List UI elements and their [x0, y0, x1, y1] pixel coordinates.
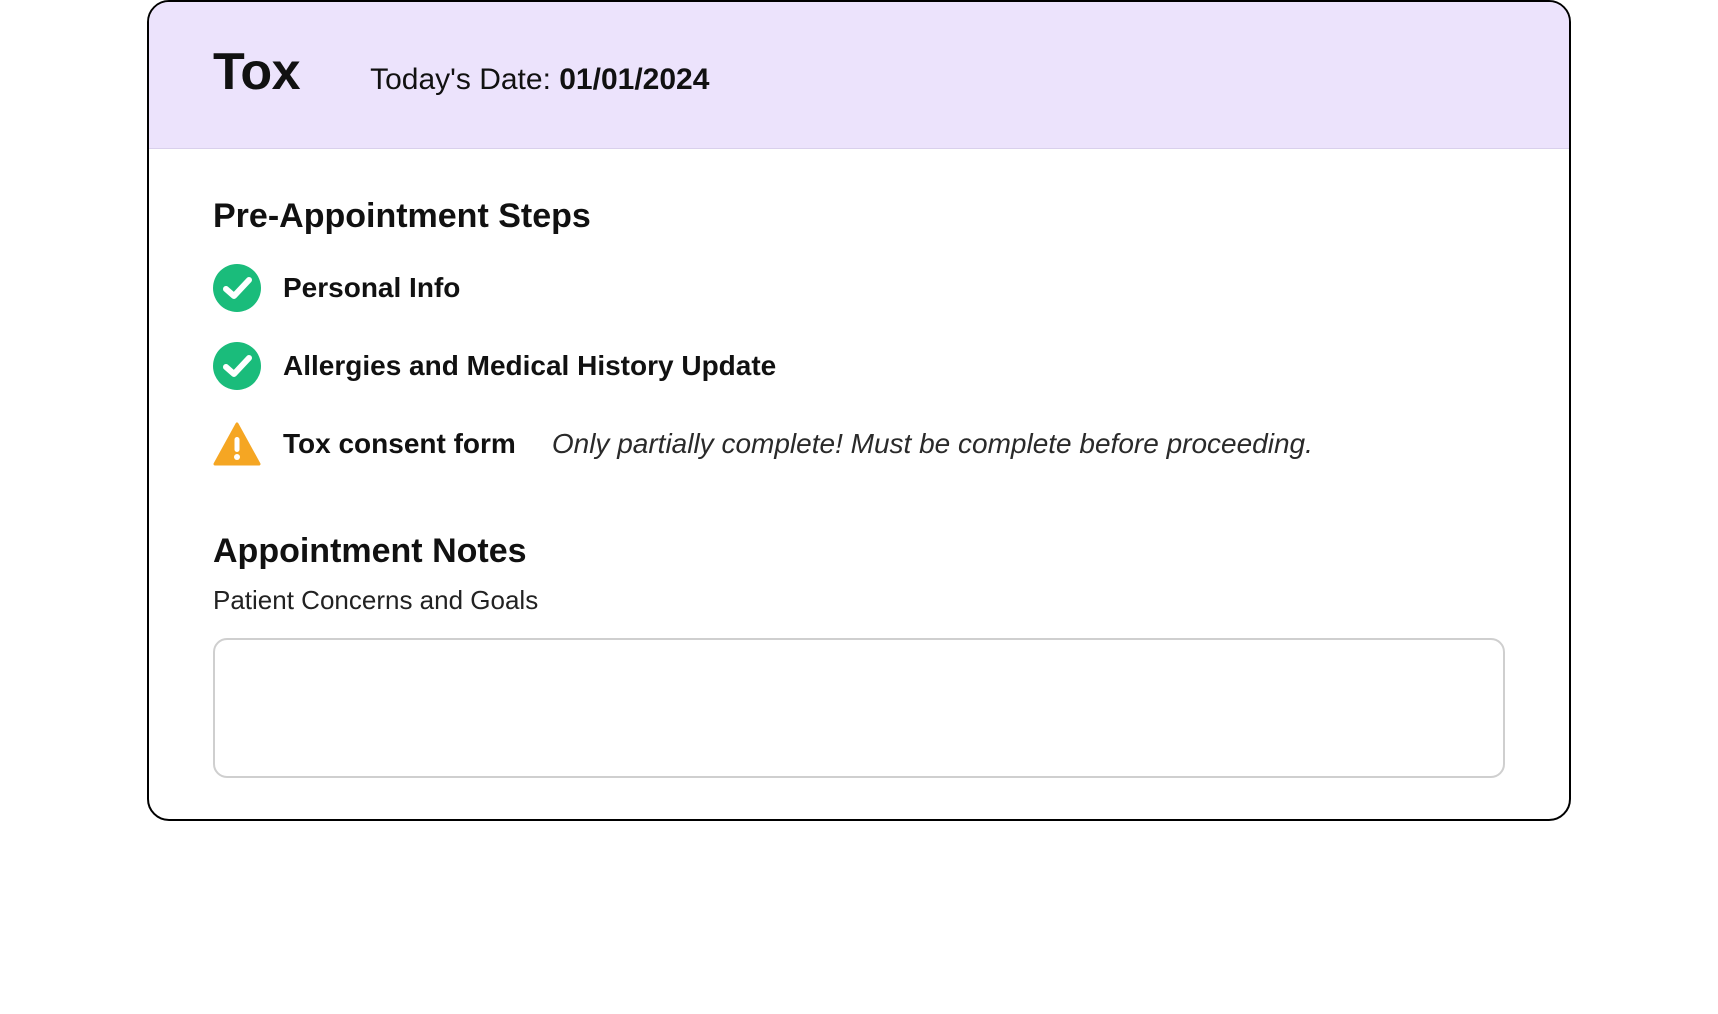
- pre-steps-heading: Pre-Appointment Steps: [213, 197, 1505, 236]
- date-value: 01/01/2024: [559, 63, 709, 96]
- concerns-field-label: Patient Concerns and Goals: [213, 585, 1505, 616]
- step-row-personal-info[interactable]: Personal Info: [213, 264, 1505, 312]
- step-label: Personal Info: [283, 272, 460, 304]
- step-row-consent-form[interactable]: Tox consent form Only partially complete…: [213, 420, 1505, 468]
- checkmark-icon: [213, 342, 261, 390]
- pre-appointment-steps: Pre-Appointment Steps Personal Info: [213, 197, 1505, 468]
- header: Tox Today's Date: 01/01/2024: [149, 2, 1569, 149]
- appointment-notes: Appointment Notes Patient Concerns and G…: [213, 532, 1505, 783]
- body: Pre-Appointment Steps Personal Info: [149, 149, 1569, 819]
- step-warning-message: Only partially complete! Must be complet…: [552, 428, 1313, 460]
- page-title: Tox: [213, 42, 300, 102]
- warning-icon: [213, 420, 261, 468]
- step-label: Tox consent form: [283, 428, 516, 460]
- checkmark-icon: [213, 264, 261, 312]
- date-line: Today's Date: 01/01/2024: [370, 63, 709, 97]
- step-row-allergies[interactable]: Allergies and Medical History Update: [213, 342, 1505, 390]
- step-label: Allergies and Medical History Update: [283, 350, 776, 382]
- appointment-card: Tox Today's Date: 01/01/2024 Pre-Appoint…: [147, 0, 1571, 821]
- concerns-textarea[interactable]: [213, 638, 1505, 778]
- notes-heading: Appointment Notes: [213, 532, 1505, 571]
- date-label: Today's Date:: [370, 63, 559, 96]
